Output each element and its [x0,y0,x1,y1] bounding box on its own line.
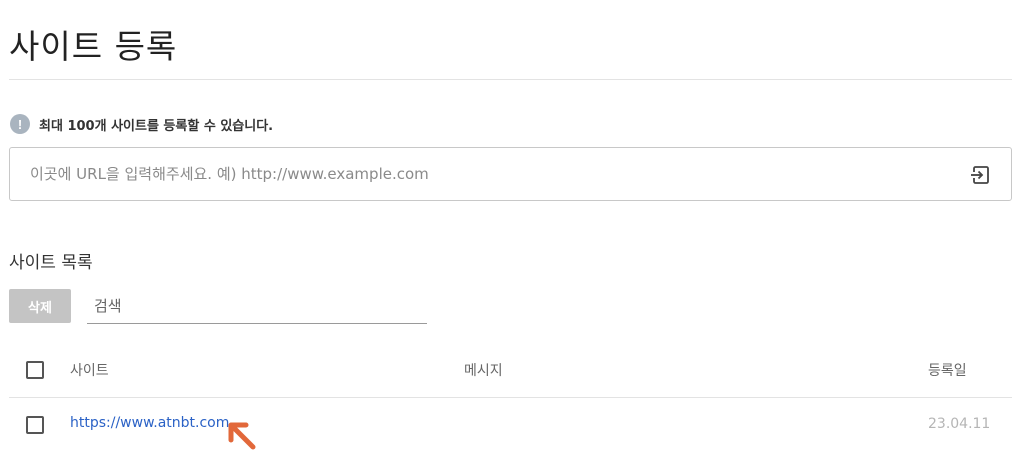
url-input[interactable] [30,148,930,200]
page-title: 사이트 등록 [9,27,178,66]
delete-button[interactable]: 삭제 [9,289,71,323]
title-divider [9,79,1012,80]
site-list-title: 사이트 목록 [9,253,93,273]
table-header: 사이트 메시지 등록일 [9,343,1012,398]
column-header-site: 사이트 [70,363,109,379]
enter-arrow-icon [971,166,989,184]
column-header-message: 메시지 [464,363,503,379]
column-header-date: 등록일 [928,363,967,379]
notice: ! 최대 100개 사이트를 등록할 수 있습니다. [10,114,273,134]
annotation-arrow-icon [228,422,256,450]
table-row: https://www.atnbt.com 23.04.11 [9,399,1012,451]
url-input-box [9,147,1012,201]
select-all-checkbox[interactable] [26,361,44,379]
row-date: 23.04.11 [928,416,991,432]
notice-text: 최대 100개 사이트를 등록할 수 있습니다. [39,118,274,134]
search-input[interactable] [87,289,427,324]
row-checkbox[interactable] [26,416,44,434]
info-exclamation-icon: ! [10,114,30,134]
site-link[interactable]: https://www.atnbt.com [70,415,229,431]
submit-url-button[interactable] [969,164,991,186]
